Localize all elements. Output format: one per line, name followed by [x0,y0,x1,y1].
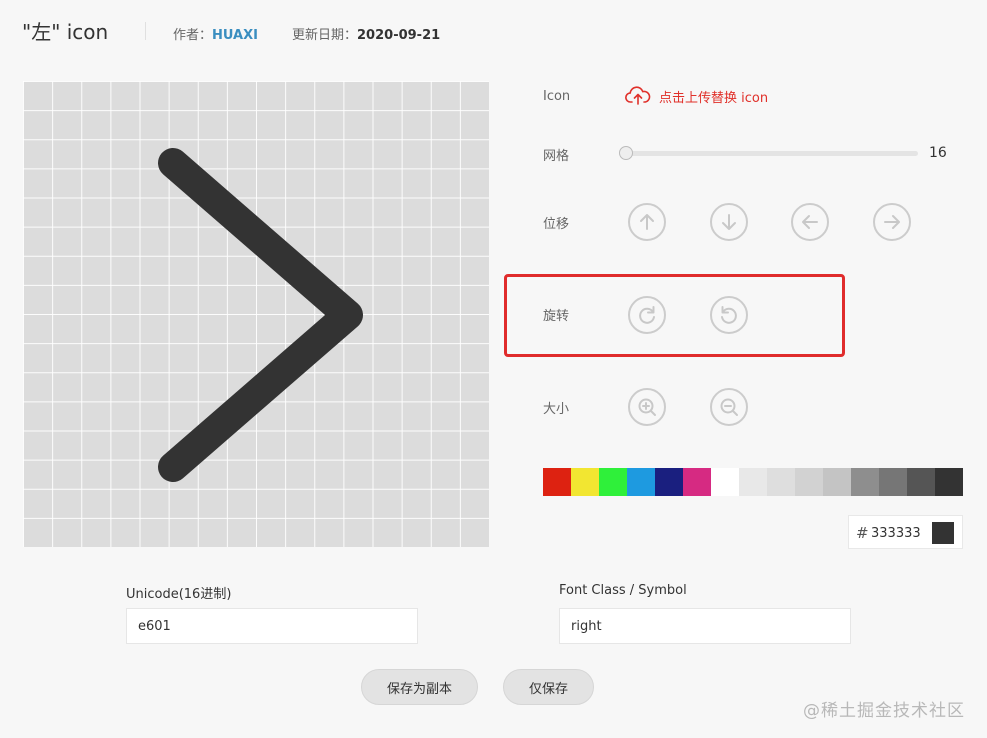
font-class-input[interactable] [559,608,851,644]
color-swatch[interactable] [907,468,935,496]
color-swatch[interactable] [627,468,655,496]
rotate-clockwise-icon [639,306,655,324]
rotate-counterclockwise-button[interactable] [710,296,748,334]
grid-slider[interactable] [619,146,918,160]
unicode-input[interactable] [126,608,418,644]
icon-label: Icon [543,89,571,104]
color-swatch[interactable] [823,468,851,496]
watermark: @稀土掘金技术社区 [803,701,965,721]
icon-title: "左" icon [22,20,109,44]
color-swatch[interactable] [571,468,599,496]
grid-value: 16 [929,145,947,161]
color-swatch[interactable] [599,468,627,496]
zoom-in-icon [638,398,656,416]
hex-color-input[interactable]: # 333333 [848,515,963,549]
size-label: 大小 [543,402,570,417]
save-as-copy-button[interactable]: 保存为副本 [361,669,478,705]
color-swatch[interactable] [935,468,963,496]
move-down-button[interactable] [710,203,748,241]
color-swatch[interactable] [767,468,795,496]
rotate-counterclockwise-icon [721,306,737,324]
arrow-up-icon [640,214,654,230]
arrow-left-icon [802,215,818,229]
upload-label: 点击上传替换 icon [659,90,769,106]
color-swatch[interactable] [851,468,879,496]
unicode-label: Unicode(16进制) [126,587,232,602]
zoom-out-icon [720,398,738,416]
font-class-label: Font Class / Symbol [559,583,687,598]
author-name[interactable]: HUAXI [212,28,258,43]
date-label: 更新日期： [292,28,358,43]
grid-label: 网格 [543,149,570,164]
rotate-clockwise-button[interactable] [628,296,666,334]
arrow-down-icon [722,214,736,230]
arrow-right-icon [884,215,900,229]
hex-value[interactable]: 333333 [871,526,921,541]
grid-slider-thumb[interactable] [619,146,633,160]
chevron-right-icon [158,148,363,482]
color-swatch[interactable] [543,468,571,496]
move-label: 位移 [543,217,570,232]
color-swatch[interactable] [711,468,739,496]
header: "左" icon 作者：HUAXI 更新日期：2020-09-21 [0,0,987,64]
icon-canvas [23,81,489,547]
cloud-upload-icon [625,86,651,105]
move-left-button[interactable] [791,203,829,241]
color-preview-swatch[interactable] [932,522,954,544]
move-right-button[interactable] [873,203,911,241]
date-meta: 更新日期：2020-09-21 [292,24,440,43]
color-swatch[interactable] [683,468,711,496]
move-up-button[interactable] [628,203,666,241]
hash-symbol: # [856,524,869,542]
color-swatch[interactable] [655,468,683,496]
author-label: 作者： [173,28,213,43]
save-only-button[interactable]: 仅保存 [503,669,594,705]
upload-icon-link[interactable]: 点击上传替换 icon [625,86,768,106]
rotate-label: 旋转 [543,309,570,324]
header-divider [145,22,146,40]
color-swatch[interactable] [795,468,823,496]
zoom-out-button[interactable] [710,388,748,426]
zoom-in-button[interactable] [628,388,666,426]
author-meta: 作者：HUAXI [173,24,258,43]
color-swatch[interactable] [739,468,767,496]
color-swatch[interactable] [879,468,907,496]
update-date: 2020-09-21 [357,28,441,43]
color-palette [543,468,963,496]
